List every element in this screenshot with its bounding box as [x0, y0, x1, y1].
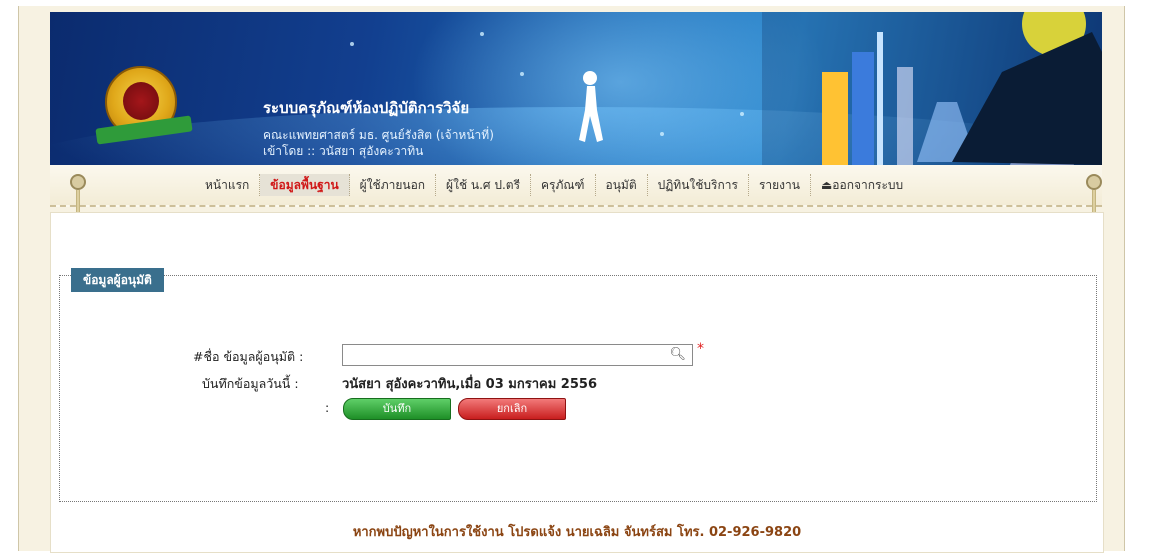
approver-search-input[interactable]: 🔍︎ [342, 344, 693, 366]
cancel-button[interactable]: ยกเลิก [458, 398, 566, 420]
main-content: ข้อมูลผู้อนุมัติ #ชื่อ ข้อมูลผู้อนุมัติ … [50, 212, 1104, 553]
logout-icon: ⏏ [820, 178, 833, 192]
menu-item-reports[interactable]: รายงาน [749, 174, 811, 196]
record-label: บันทึกข้อมูลวันนี้ : [202, 376, 299, 391]
running-figure-icon [579, 71, 603, 142]
menu-item-basic-data[interactable]: ข้อมูลพื้นฐาน [260, 174, 350, 196]
footer-contact: หากพบปัญหาในการใช้งาน โปรดแจ้ง นายเฉลิม … [352, 525, 802, 540]
record-value: วนัสยา สุอังคะวาทิน,เมื่อ 03 มกราคม 2556 [342, 377, 597, 392]
required-marker: * [697, 341, 704, 357]
menu-item-logout[interactable]: ⏏ออกจากระบบ [811, 174, 913, 196]
section-title: ข้อมูลผู้อนุมัติ [71, 268, 164, 292]
menu-item-approval[interactable]: อนุมัติ [596, 174, 648, 196]
logo-emblem [123, 82, 159, 120]
menu-item-logout-label: ออกจากระบบ [832, 178, 904, 192]
save-button[interactable]: บันทึก [343, 398, 451, 420]
banner-sparkle [520, 72, 524, 76]
logged-in-user: เข้าโดย :: วนัสยา สุอังคะวาทิน [263, 144, 424, 158]
menu-item-home[interactable]: หน้าแรก [195, 174, 261, 196]
main-menu: หน้าแรก ข้อมูลพื้นฐาน ผู้ใช้ภายนอก ผู้ใช… [195, 173, 913, 197]
main-menu-bar: หน้าแรก ข้อมูลพื้นฐาน ผู้ใช้ภายนอก ผู้ใช… [50, 165, 1102, 207]
banner-sparkle [480, 32, 484, 36]
approver-label: #ชื่อ ข้อมูลผู้อนุมัติ : [193, 349, 304, 364]
menu-item-undergrad-users[interactable]: ผู้ใช้ น.ศ ป.ตรี [436, 174, 532, 196]
menu-item-external-users[interactable]: ผู้ใช้ภายนอก [350, 174, 437, 196]
buttons-label: : [325, 400, 330, 415]
banner-sparkle [740, 112, 744, 116]
header-banner: ระบบครุภัณฑ์ห้องปฏิบัติการวิจัย คณะแพทยศ… [50, 12, 1102, 165]
search-icon[interactable]: 🔍︎ [669, 347, 686, 362]
lab-equipment-image [762, 12, 1102, 165]
menu-item-equipment[interactable]: ครุภัณฑ์ [531, 174, 596, 196]
banner-sparkle [350, 42, 354, 46]
menu-item-service-calendar[interactable]: ปฏิทินใช้บริการ [648, 174, 749, 196]
system-title: ระบบครุภัณฑ์ห้องปฏิบัติการวิจัย [263, 99, 470, 117]
banner-sparkle [660, 132, 664, 136]
